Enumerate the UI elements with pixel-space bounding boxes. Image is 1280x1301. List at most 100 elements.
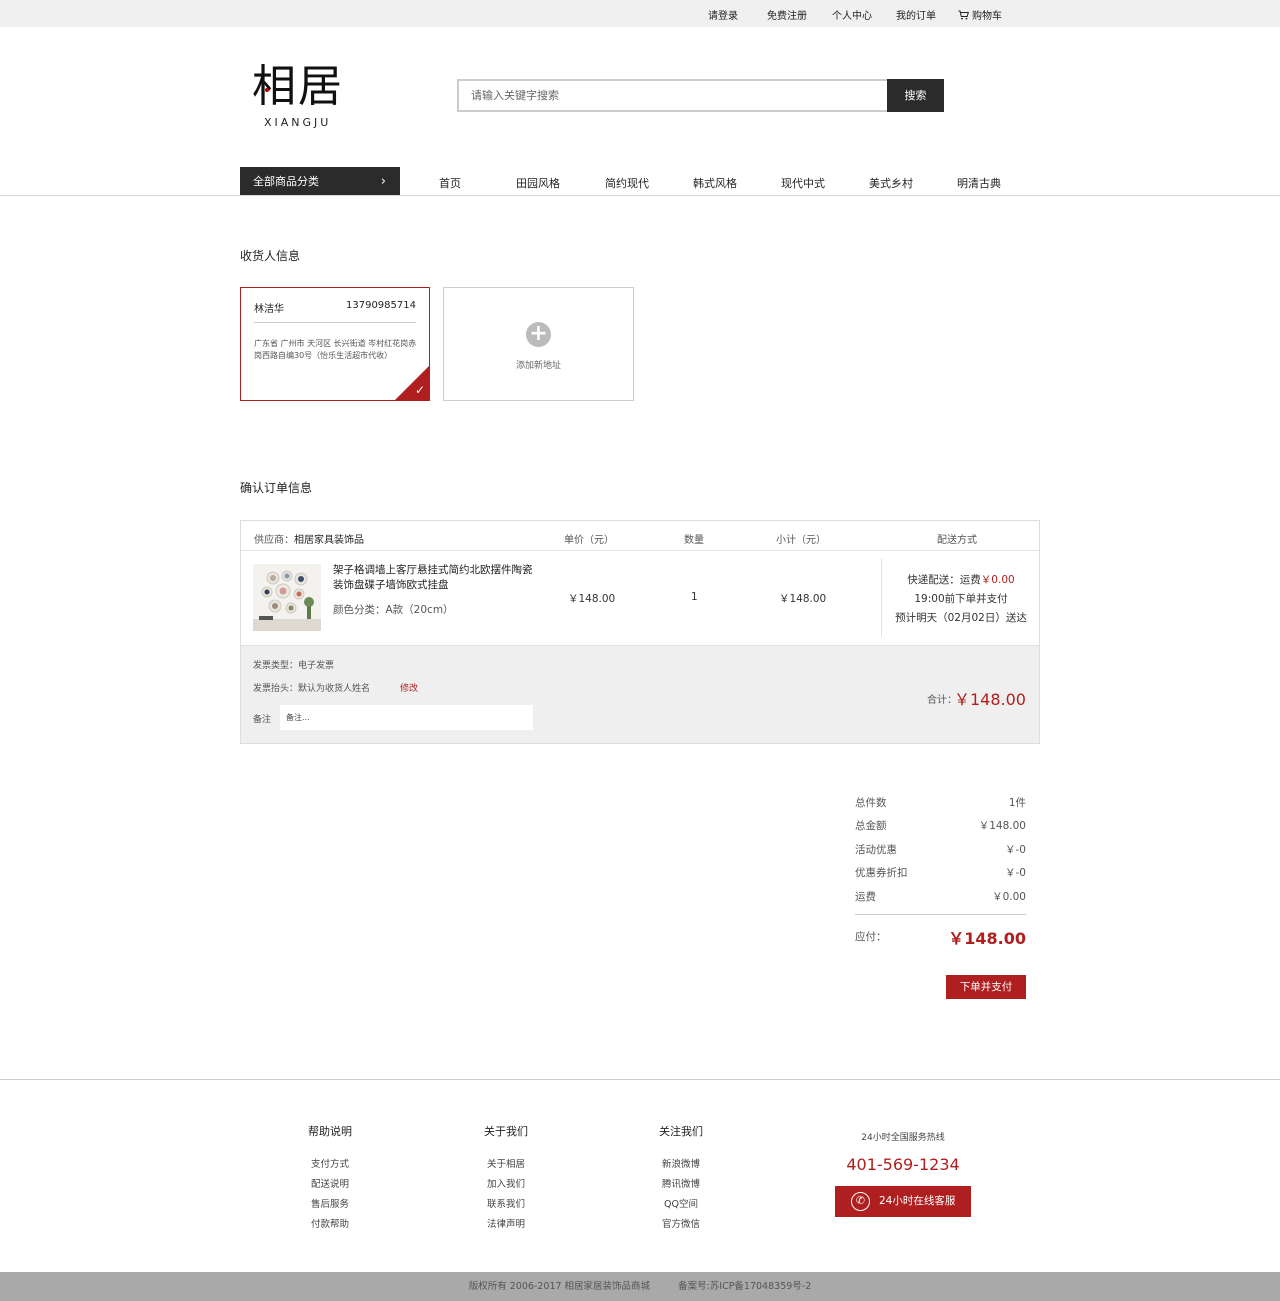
footer-col-title: 关注我们 xyxy=(659,1125,703,1138)
summary-value: 1件 xyxy=(1008,797,1026,809)
invoice-title: 发票抬头：默认为收货人姓名 xyxy=(253,684,371,694)
nav-item-american[interactable]: 美式乡村 xyxy=(869,175,913,191)
top-bar: 请登录 免费注册 个人中心 我的订单 购物车 xyxy=(0,0,1280,27)
col-qty: 数量 xyxy=(684,535,704,546)
add-address-label: 添加新地址 xyxy=(515,361,561,371)
product-name[interactable]: 架子格调墙上客厅悬挂式简约北欧摆件陶瓷装饰盘碟子墙饰欧式挂盘 xyxy=(333,563,533,593)
payable-value: ￥148.00 xyxy=(948,929,1026,948)
order-total-value: ￥148.00 xyxy=(954,690,1026,709)
cart-label: 购物车 xyxy=(972,11,1002,22)
nav-item-modern[interactable]: 简约现代 xyxy=(605,175,649,191)
summary-key: 总件数 xyxy=(855,797,887,809)
shipping-eta: 预计明天（02月02日）送达 xyxy=(895,612,1027,624)
supplier: 供应商：相居家具装饰品 xyxy=(254,531,364,546)
cart-icon xyxy=(958,10,969,20)
footer-link[interactable]: QQ空间 xyxy=(621,1195,741,1215)
summary-value: ￥-0 xyxy=(1005,844,1026,856)
col-subtotal: 小计（元） xyxy=(776,535,826,546)
chevron-right-icon: › xyxy=(380,174,386,189)
note-input[interactable] xyxy=(280,705,533,730)
receiver-name: 林洁华 xyxy=(254,304,284,315)
search-box xyxy=(457,79,944,112)
nav-item-pastoral[interactable]: 田园风格 xyxy=(516,175,560,191)
payable-label: 应付： xyxy=(855,931,887,943)
footer-col-about: 关于我们 关于相居 加入我们 联系我们 法律声明 xyxy=(446,1123,566,1235)
footer-link[interactable]: 腾讯微博 xyxy=(621,1175,741,1195)
address-card-selected[interactable]: 林洁华 13790985714 广东省 广州市 天河区 长兴街道 岑村红花岗赤岗… xyxy=(240,287,430,401)
summary-key: 优惠券折扣 xyxy=(855,867,908,879)
all-categories-button[interactable]: 全部商品分类 › xyxy=(240,167,400,196)
order-table: 供应商：相居家具装饰品 单价（元） 数量 小计（元） 配送方式 架子格调墙上客厅… xyxy=(240,520,1040,744)
supplier-prefix: 供应商： xyxy=(254,535,294,546)
my-orders-link[interactable]: 我的订单 xyxy=(896,7,936,22)
note-label: 备注 xyxy=(253,715,272,725)
summary-key: 运费 xyxy=(855,891,876,903)
submit-order-button[interactable]: 下单并支付 xyxy=(946,975,1026,999)
order-header: 供应商：相居家具装饰品 单价（元） 数量 小计（元） 配送方式 xyxy=(241,521,1039,551)
check-icon: ✓ xyxy=(414,383,425,397)
hotline-number: 401-569-1234 xyxy=(846,1155,960,1174)
plus-icon: + xyxy=(526,322,551,347)
order-footer: 发票类型：电子发票 发票抬头：默认为收货人姓名 修改 备注 合计： ￥148.0… xyxy=(241,645,1039,743)
receiver-phone: 13790985714 xyxy=(346,300,416,311)
product-image[interactable] xyxy=(253,564,321,631)
add-address-card[interactable]: + 添加新地址 xyxy=(443,287,634,401)
cart-link[interactable]: 购物车 xyxy=(958,7,1002,22)
footer-link[interactable]: 法律声明 xyxy=(446,1215,566,1235)
hotline-label: 24小时全国服务热线 xyxy=(861,1133,945,1143)
nav-item-classical[interactable]: 明清古典 xyxy=(957,175,1001,191)
col-unit-price: 单价（元） xyxy=(564,535,614,546)
search-input[interactable] xyxy=(459,81,887,110)
footer-link[interactable]: 官方微信 xyxy=(621,1215,741,1235)
footer-link[interactable]: 联系我们 xyxy=(446,1195,566,1215)
footer-link[interactable]: 新浪微博 xyxy=(621,1155,741,1175)
footer-link[interactable]: 付款帮助 xyxy=(270,1215,390,1235)
shipping-fee: ￥0.00 xyxy=(980,574,1015,586)
order-title: 确认订单信息 xyxy=(240,481,313,495)
nav-item-chinese[interactable]: 现代中式 xyxy=(781,175,825,191)
supplier-name: 相居家具装饰品 xyxy=(294,535,364,546)
user-center-link[interactable]: 个人中心 xyxy=(832,7,872,22)
footer-link[interactable]: 加入我们 xyxy=(446,1175,566,1195)
online-service-button[interactable]: ✆ 24小时在线客服 xyxy=(835,1186,971,1217)
summary-value: ￥0.00 xyxy=(992,891,1026,903)
product-qty: 1 xyxy=(691,591,698,603)
copyright-bar: 版权所有 2006-2017 相居家居装饰品商城 备案号:苏ICP备1704835… xyxy=(0,1272,1280,1301)
logo-english: XIANGJU xyxy=(264,116,332,129)
logo-chinese: 相居 xyxy=(252,61,344,112)
product-attr: 颜色分类：A款（20cm） xyxy=(333,604,454,616)
edit-invoice-link[interactable]: 修改 xyxy=(400,681,418,694)
summary-value: ￥148.00 xyxy=(978,820,1026,832)
nav-item-korean[interactable]: 韩式风格 xyxy=(693,175,737,191)
address-divider xyxy=(254,322,416,323)
footer-col-title: 帮助说明 xyxy=(308,1125,352,1138)
footer-col-title: 关于我们 xyxy=(484,1125,528,1138)
summary-divider xyxy=(855,914,1026,915)
order-total-label: 合计： xyxy=(927,695,957,706)
shipping-info: 快递配送：运费￥0.00 19:00前下单并支付 预计明天（02月02日）送达 xyxy=(882,571,1040,628)
icp-text: 备案号:苏ICP备17048359号-2 xyxy=(678,1281,812,1292)
logo-dot xyxy=(265,88,269,92)
all-categories-label: 全部商品分类 xyxy=(253,175,319,188)
nav-divider xyxy=(0,195,1280,196)
search-button[interactable]: 搜索 xyxy=(887,79,944,112)
shipping-method-label: 快递配送：运费 xyxy=(907,574,981,586)
register-link[interactable]: 免费注册 xyxy=(767,7,807,22)
shipping-cutoff: 19:00前下单并支付 xyxy=(914,593,1008,605)
col-shipping: 配送方式 xyxy=(937,535,977,546)
phone-icon: ✆ xyxy=(851,1192,870,1211)
summary-key: 总金额 xyxy=(855,820,887,832)
online-service-label: 24小时在线客服 xyxy=(879,1195,956,1207)
footer-col-follow: 关注我们 新浪微博 腾讯微博 QQ空间 官方微信 xyxy=(621,1123,741,1235)
receiver-title: 收货人信息 xyxy=(240,249,301,263)
summary-value: ￥-0 xyxy=(1005,867,1026,879)
invoice-type: 发票类型：电子发票 xyxy=(253,661,335,671)
footer-link[interactable]: 配送说明 xyxy=(270,1175,390,1195)
login-link[interactable]: 请登录 xyxy=(708,7,738,22)
receiver-address: 广东省 广州市 天河区 长兴街道 岑村红花岗赤岗西路自编30号（怡乐生活超市代收… xyxy=(254,339,417,360)
footer-link[interactable]: 售后服务 xyxy=(270,1195,390,1215)
nav-item-home[interactable]: 首页 xyxy=(439,175,461,191)
site-logo[interactable]: 相居 XIANGJU xyxy=(252,62,362,138)
footer-link[interactable]: 支付方式 xyxy=(270,1155,390,1175)
footer-link[interactable]: 关于相居 xyxy=(446,1155,566,1175)
